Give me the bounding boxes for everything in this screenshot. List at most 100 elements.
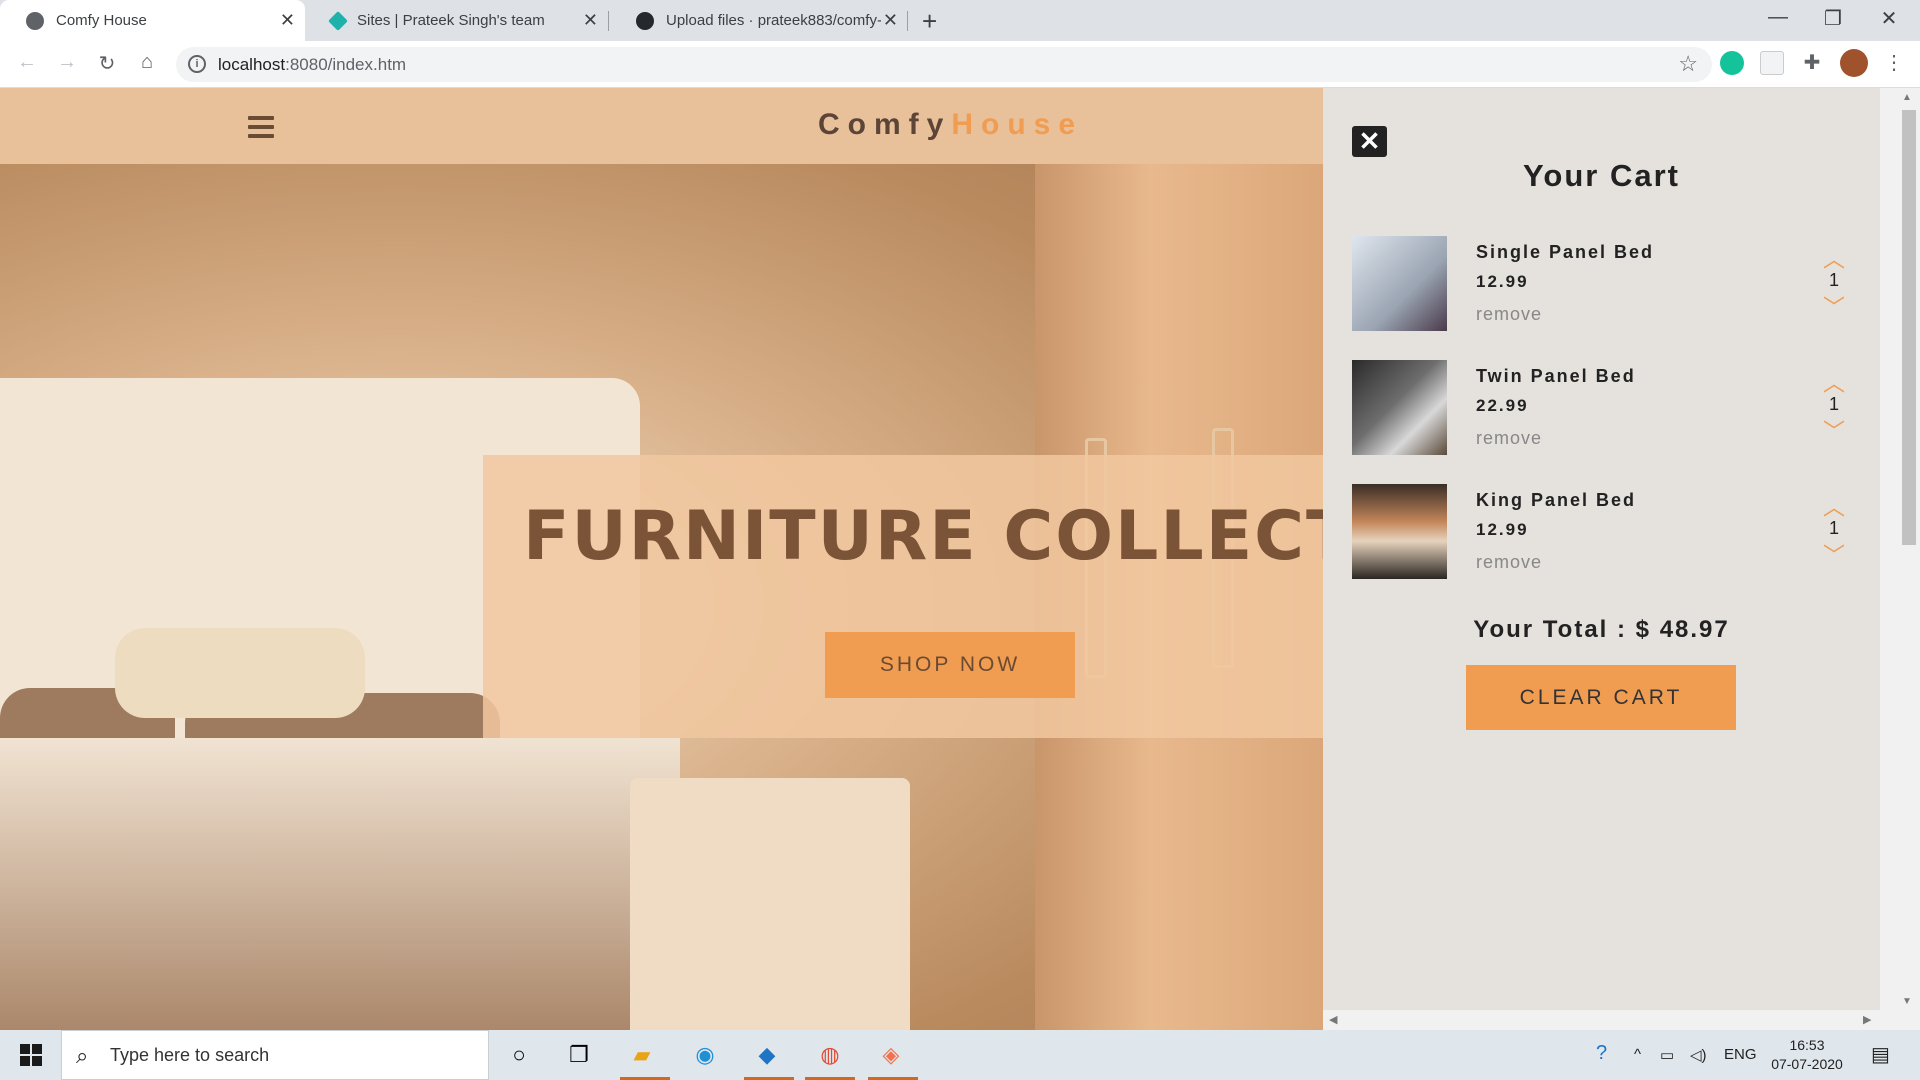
cart-item-name: Single Panel Bed [1476, 242, 1655, 262]
cart-item-quantity: 1 [1828, 270, 1839, 290]
hamburger-line [248, 134, 274, 138]
close-cart-icon[interactable]: ✕ [1352, 126, 1387, 157]
cart-total: Your Total : $ 48.97 [1323, 616, 1880, 644]
minimize-icon[interactable]: — [1758, 6, 1798, 29]
banner-title: FURNITURE COLLECTION [523, 497, 1323, 576]
taskbar-search-placeholder: Type here to search [110, 1045, 270, 1065]
clear-cart-button[interactable]: CLEAR CART [1466, 665, 1736, 730]
clock-time: 16:53 [1789, 1037, 1825, 1053]
git-icon[interactable]: ◈ [876, 1040, 906, 1070]
notification-icon[interactable]: ▤ [1871, 1042, 1890, 1067]
search-icon: ⌕ [76, 1043, 89, 1068]
maximize-icon[interactable]: ❐ [1813, 6, 1853, 31]
chevron-down-icon[interactable]: ﹀ [1823, 538, 1845, 570]
close-tab-icon[interactable]: ✕ [280, 10, 295, 31]
remove-item-link[interactable]: remove [1476, 428, 1542, 449]
shop-now-button[interactable]: SHOP NOW [825, 632, 1075, 698]
taskbar-search[interactable]: ⌕ Type here to search [61, 1030, 489, 1080]
hero-cushion [115, 628, 365, 718]
extension-icon[interactable] [1760, 51, 1784, 75]
cortana-icon[interactable]: ○ [504, 1040, 534, 1070]
url-text: localhost:8080/index.htm [218, 55, 406, 75]
cart-item-quantity: 1 [1828, 394, 1839, 414]
taskbar-clock[interactable]: 16:53 07-07-2020 [1767, 1036, 1847, 1074]
logo-accent: House [951, 108, 1084, 141]
cart-item-name: King Panel Bed [1476, 490, 1637, 510]
edge-icon[interactable]: ◉ [690, 1040, 720, 1070]
new-tab-icon[interactable]: + [922, 6, 937, 37]
scroll-down-arrow-icon[interactable]: ▼ [1902, 996, 1912, 1007]
tab-separator [608, 11, 609, 31]
tab-title: Comfy House [56, 12, 147, 29]
start-tile [20, 1056, 30, 1066]
hero-nightstand [630, 778, 910, 1030]
chevron-down-icon[interactable]: ﹀ [1823, 414, 1845, 446]
cart-panel: ✕ Your Cart Single Panel Bed 12.99 remov… [1323, 88, 1880, 1030]
remove-item-link[interactable]: remove [1476, 304, 1542, 325]
github-icon [636, 11, 654, 30]
start-tile [20, 1044, 30, 1054]
chevron-up-tray-icon[interactable]: ^ [1634, 1046, 1641, 1063]
product-thumbnail [1352, 484, 1447, 579]
profile-avatar[interactable] [1840, 49, 1868, 77]
scroll-right-arrow-icon[interactable]: ▶ [1863, 1013, 1871, 1026]
cart-title: Your Cart [1523, 158, 1680, 193]
scroll-left-arrow-icon[interactable]: ◀ [1329, 1013, 1337, 1026]
menu-kebab-icon[interactable]: ⋮ [1882, 51, 1906, 75]
battery-icon[interactable]: ▭ [1660, 1046, 1674, 1064]
start-tile [32, 1056, 42, 1066]
language-indicator[interactable]: ENG [1724, 1046, 1757, 1063]
cart-item-quantity: 1 [1828, 518, 1839, 538]
file-explorer-icon[interactable]: ▰ [627, 1040, 657, 1070]
product-thumbnail [1352, 236, 1447, 331]
product-thumbnail [1352, 360, 1447, 455]
task-view-icon[interactable]: ❐ [564, 1040, 594, 1070]
volume-icon[interactable]: ◁) [1690, 1046, 1707, 1064]
puzzle-extensions-icon[interactable]: ✚ [1800, 51, 1824, 75]
tab-title: Upload files · prateek883/comfy- [666, 12, 881, 29]
clock-date: 07-07-2020 [1771, 1056, 1843, 1072]
scroll-up-arrow-icon[interactable]: ▲ [1902, 92, 1912, 103]
start-tile [32, 1044, 42, 1054]
help-icon[interactable]: ? [1596, 1042, 1607, 1065]
scrollbar-thumb[interactable] [1902, 110, 1916, 545]
vscode-icon[interactable]: ◆ [752, 1040, 782, 1070]
address-toolbar: ← → ↻ ⌂ i localhost:8080/index.htm ☆ ✚ ⋮ [0, 41, 1920, 88]
grammarly-icon[interactable] [1720, 51, 1744, 75]
reload-icon[interactable]: ↻ [93, 51, 121, 76]
logo-main: Comfy [818, 108, 952, 141]
forward-icon[interactable]: → [53, 51, 81, 74]
hamburger-menu-icon[interactable] [248, 116, 274, 138]
close-tab-icon[interactable]: ✕ [883, 10, 898, 31]
tab-separator [907, 11, 908, 31]
browser-tab-strip: Comfy House ✕ Sites | Prateek Singh's te… [0, 0, 1920, 41]
close-tab-icon[interactable]: ✕ [583, 10, 598, 31]
tab-sites[interactable]: Sites | Prateek Singh's team ✕ [305, 0, 608, 41]
site-logo[interactable]: ComfyHouse [818, 108, 1083, 142]
windows-start-icon[interactable] [20, 1044, 42, 1066]
cart-item-price: 12.99 [1476, 520, 1529, 539]
remove-item-link[interactable]: remove [1476, 552, 1542, 573]
netlify-icon [328, 10, 348, 31]
windows-taskbar: ⌕ Type here to search ○ ❐ ▰ ◉ ◆ ◍ ◈ ? ^ … [0, 1030, 1920, 1080]
bookmark-star-icon[interactable]: ☆ [1678, 51, 1698, 77]
vertical-scrollbar[interactable]: ▲ ▼ [1880, 88, 1920, 1030]
cart-item: Twin Panel Bed 22.99 remove ︿ 1 ﹀ [1352, 360, 1852, 456]
tab-title: Sites | Prateek Singh's team [357, 12, 545, 29]
back-icon[interactable]: ← [13, 51, 41, 74]
chevron-down-icon[interactable]: ﹀ [1823, 290, 1845, 322]
tab-github[interactable]: Upload files · prateek883/comfy- ✕ [610, 0, 908, 41]
page-viewport: ComfyHouse FURNITURE COLLECTION SHOP NOW… [0, 88, 1920, 1030]
chrome-icon[interactable]: ◍ [815, 1040, 845, 1070]
cart-item: King Panel Bed 12.99 remove ︿ 1 ﹀ [1352, 484, 1852, 580]
horizontal-scrollbar[interactable]: ◀ ▶ [1323, 1010, 1880, 1030]
cart-item-price: 12.99 [1476, 272, 1529, 291]
globe-icon [26, 11, 44, 30]
close-window-icon[interactable]: ✕ [1869, 6, 1909, 31]
cart-item: Single Panel Bed 12.99 remove ︿ 1 ﹀ [1352, 236, 1852, 332]
tab-comfy-house[interactable]: Comfy House ✕ [0, 0, 305, 41]
info-icon[interactable]: i [188, 55, 206, 73]
url-path: :8080/index.htm [285, 55, 407, 74]
home-icon[interactable]: ⌂ [133, 51, 161, 74]
url-bar[interactable]: i localhost:8080/index.htm ☆ [176, 47, 1712, 82]
